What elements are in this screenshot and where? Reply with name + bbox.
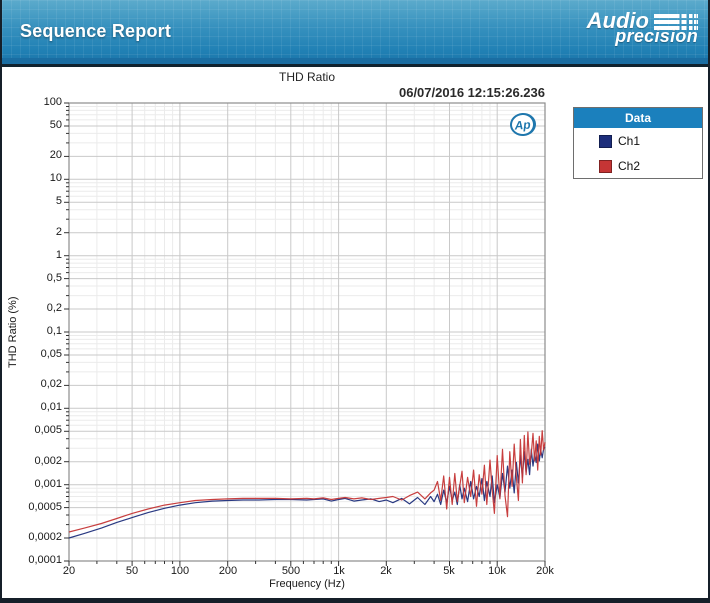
page-title: Sequence Report [20,21,172,41]
x-tick-label: 10k [488,565,506,577]
x-tick-label: 100 [170,565,190,577]
x-tick-label: 20 [62,565,76,577]
ch1-color-swatch [599,134,612,148]
x-tick-label: 5k [443,565,455,577]
sequence-report-window: Sequence Report Audio precision THD Rati… [0,0,710,603]
x-tick-label: 50 [125,565,139,577]
chart-region: THD Ratio 06/07/2016 12:15:26.236 Ap 20 5… [2,67,708,598]
legend-item-ch1: Ch1 [574,128,702,153]
legend-label-ch1: Ch1 [618,134,641,148]
legend-title: Data [574,108,702,128]
legend-label-ch2: Ch2 [618,159,641,173]
x-tick-label: 20k [536,565,554,577]
x-tick-label: 2k [380,565,392,577]
report-header: Sequence Report Audio precision [2,0,708,67]
audio-precision-logo: Audio precision [587,10,698,47]
x-tick-label: 500 [281,565,301,577]
x-axis-title: Frequency (Hz) [269,578,345,590]
x-tick-label: 200 [218,565,238,577]
legend-panel: Data Ch1 Ch2 [573,107,703,179]
ap-badge-text: Ap [514,116,531,133]
legend-item-ch2: Ch2 [574,153,702,178]
ch2-color-swatch [599,159,612,173]
y-axis-title: THD Ratio (%) [7,296,19,368]
x-tick-label: 1k [333,565,345,577]
